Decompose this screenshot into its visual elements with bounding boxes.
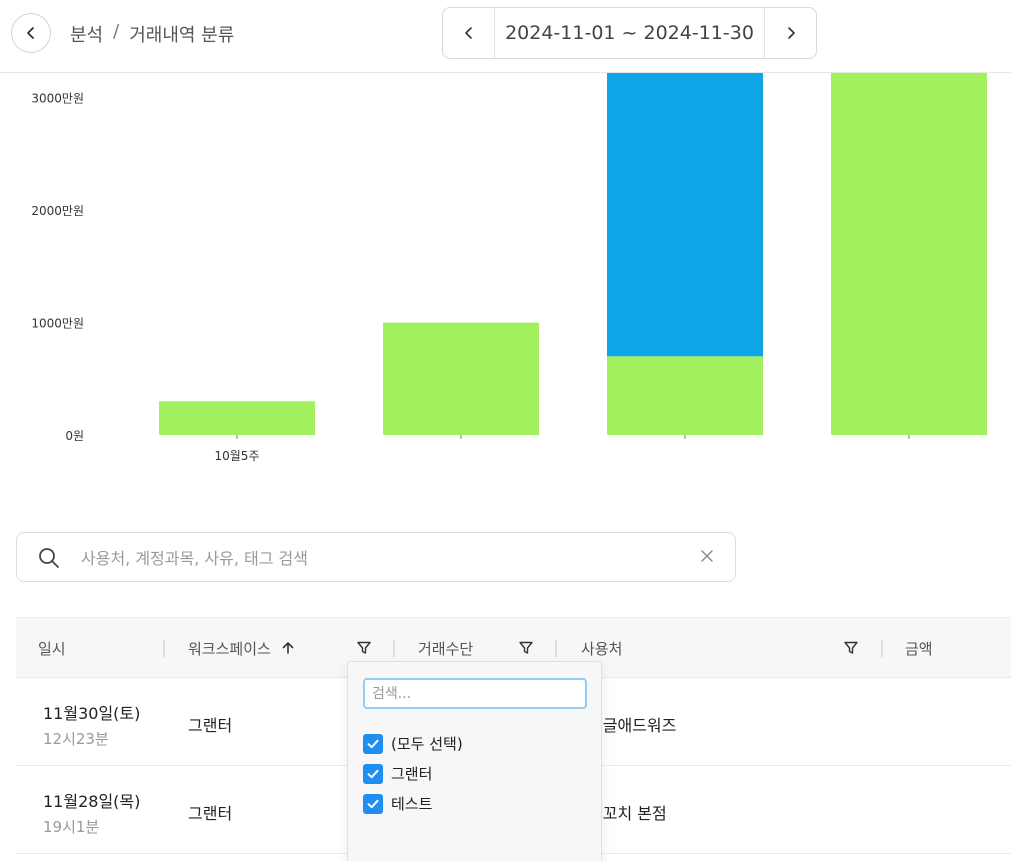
filter-icon — [844, 641, 858, 654]
page-header: 분석 / 거래내역 분류 2024-11-01 ~ 2024-11-30 — [0, 0, 1011, 73]
datetime-cell: 11월30일(토) 12시23분 — [43, 700, 140, 749]
bar-segment — [607, 356, 763, 435]
checkbox-checked[interactable] — [363, 733, 383, 754]
time-text: 19시1분 — [43, 818, 100, 836]
filter-option-label: 그랜터 — [391, 765, 433, 783]
time-text: 12시23분 — [43, 730, 109, 748]
chevron-left-icon — [27, 27, 34, 39]
next-period-button[interactable] — [764, 8, 816, 58]
datetime-cell: 11월28일(목) 19시1분 — [43, 788, 140, 837]
chevron-left-icon — [464, 27, 472, 39]
date-range-display[interactable]: 2024-11-01 ~ 2024-11-30 — [495, 8, 764, 58]
filter-option-label: (모두 선택) — [391, 735, 463, 753]
column-divider[interactable] — [555, 640, 557, 657]
bar-segment — [159, 401, 315, 435]
checkbox-checked[interactable] — [363, 763, 383, 784]
breadcrumb-separator: / — [113, 21, 120, 42]
x-tick-label: 10월5주 — [215, 449, 260, 463]
workspace-cell: 그랜터 — [188, 716, 233, 735]
filter-icon — [357, 641, 371, 654]
filter-option-granter[interactable]: 그랜터 — [363, 763, 432, 784]
date-text: 11월28일(목) — [43, 792, 141, 811]
search-input[interactable] — [81, 543, 681, 573]
column-header-workspace-label: 워크스페이스 — [188, 639, 271, 658]
y-tick-label: 1000만원 — [31, 317, 84, 331]
sort-ascending-icon[interactable] — [281, 641, 295, 655]
filter-icon — [519, 641, 533, 654]
check-icon — [367, 799, 379, 808]
filter-payee-button[interactable] — [842, 639, 860, 657]
y-tick-label: 2000만원 — [31, 204, 84, 218]
bar-segment — [607, 73, 763, 357]
column-divider[interactable] — [393, 640, 395, 657]
bar-segment — [383, 322, 539, 435]
breadcrumb-analysis[interactable]: 분석 — [70, 21, 103, 47]
column-header-workspace[interactable]: 워크스페이스 — [188, 618, 295, 678]
date-range-navigator: 2024-11-01 ~ 2024-11-30 — [442, 7, 817, 59]
check-icon — [367, 739, 379, 748]
check-icon — [367, 769, 379, 778]
filter-workspace-button[interactable] — [355, 639, 373, 657]
workspace-filter-dropdown: (모두 선택) 그랜터 테스트 — [347, 661, 602, 861]
column-divider[interactable] — [881, 640, 883, 657]
date-text: 11월30일(토) — [43, 704, 141, 723]
bar-chart: 0원 1000만원 2000만원 3000만원 10월5주 — [31, 73, 987, 463]
chevron-right-icon — [787, 27, 795, 39]
filter-option-test[interactable]: 테스트 — [363, 793, 432, 814]
back-button[interactable] — [11, 13, 51, 53]
y-tick-label: 0원 — [65, 429, 84, 443]
checkbox-checked[interactable] — [363, 793, 383, 814]
filter-option-label: 테스트 — [391, 795, 433, 813]
column-divider[interactable] — [163, 640, 165, 657]
workspace-cell: 그랜터 — [188, 804, 233, 823]
filter-search-input[interactable] — [363, 678, 587, 709]
search-bar — [16, 532, 736, 582]
breadcrumb: 분석 / 거래내역 분류 — [70, 21, 234, 47]
clear-search-icon[interactable] — [699, 548, 715, 564]
y-tick-label: 3000만원 — [31, 92, 84, 106]
breadcrumb-current: 거래내역 분류 — [129, 25, 235, 46]
filter-payment-method-button[interactable] — [517, 639, 535, 657]
column-header-datetime[interactable]: 일시 — [38, 618, 66, 678]
prev-period-button[interactable] — [443, 8, 495, 58]
search-icon — [39, 548, 59, 568]
column-header-amount[interactable]: 금액 — [905, 618, 933, 678]
filter-option-select-all[interactable]: (모두 선택) — [363, 733, 463, 754]
bar-segment — [831, 73, 987, 436]
